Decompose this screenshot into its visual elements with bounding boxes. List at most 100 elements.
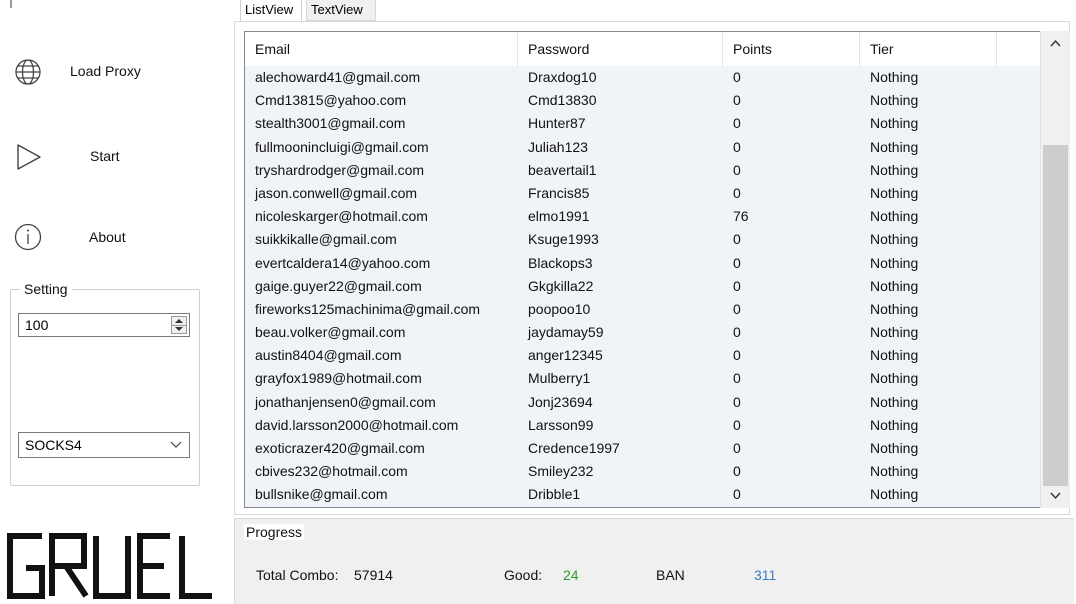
accounts-listview[interactable]: Email Password Points Tier alechoward41@… (244, 31, 1070, 508)
table-row[interactable]: exoticrazer420@gmail.com Credence1997 0 Not… (245, 437, 1041, 460)
tab-listview[interactable]: ListView (240, 0, 302, 21)
good-value: 24 (563, 567, 579, 583)
table-row[interactable]: nicoleskarger@hotmail.com elmo1991 76 Nothi… (245, 205, 1041, 228)
stepper-down-icon[interactable] (175, 327, 183, 331)
email-cell: exoticrazer420@gmail.com (255, 440, 425, 456)
points-cell: 0 (733, 115, 741, 132)
table-header: Email Password Points Tier (245, 32, 1041, 66)
vertical-scrollbar[interactable] (1040, 31, 1070, 508)
password-cell: Smiley232 (528, 463, 594, 480)
email-cell: suikkikalle@gmail.com (255, 231, 397, 248)
points-cell: 0 (733, 486, 741, 503)
ban-value: 311 (754, 567, 777, 583)
password-cell: beavertail1 (528, 161, 597, 178)
table-row[interactable]: fullmoonincluigi@gmail.com Juliah123 0 Noth… (245, 136, 1041, 159)
tier-cell: Nothing (870, 138, 919, 155)
scroll-down-icon[interactable] (1041, 482, 1070, 508)
points-cell: 76 (733, 208, 749, 225)
table-row[interactable]: david.larsson2000@hotmail.com Larsson99 0 N… (245, 414, 1041, 437)
tier-cell: Nothing (870, 440, 919, 456)
table-row[interactable]: jonathanjensen0@gmail.com Jonj23694 0 Nothi… (245, 391, 1041, 414)
about-label: About (89, 229, 126, 245)
table-row[interactable]: cbives232@hotmail.com Smiley232 0 Nothing (245, 460, 1041, 483)
email-cell: austin8404@gmail.com (255, 347, 402, 364)
password-cell: Juliah123 (528, 138, 588, 155)
column-header-tier[interactable]: Tier (860, 32, 997, 66)
points-cell: 0 (733, 324, 741, 341)
threads-stepper[interactable]: 100 (18, 313, 190, 337)
stepper-divider (172, 325, 186, 326)
tier-cell: Nothing (870, 486, 919, 503)
email-cell: stealth3001@gmail.com (255, 115, 406, 132)
top-divider (10, 0, 12, 8)
column-header-password[interactable]: Password (518, 32, 723, 66)
email-cell: fireworks125machinima@gmail.com (255, 300, 481, 317)
email-cell: nicoleskarger@hotmail.com (255, 208, 428, 225)
table-row[interactable]: tryshardrodger@gmail.com beavertail1 0 Noth… (245, 159, 1041, 182)
start-button[interactable]: Start (0, 129, 232, 185)
email-cell: tryshardrodger@gmail.com (255, 161, 425, 178)
proxy-type-value: SOCKS4 (25, 437, 82, 453)
points-cell: 0 (733, 69, 741, 85)
password-cell: jaydamay59 (528, 324, 604, 341)
scroll-up-icon[interactable] (1041, 31, 1070, 57)
password-cell: Blackops3 (528, 254, 593, 271)
load-proxy-label: Load Proxy (70, 63, 141, 79)
table-row[interactable]: austin8404@gmail.com anger12345 0 Nothing (245, 344, 1041, 367)
password-cell: anger12345 (528, 347, 603, 364)
table-row[interactable]: suikkikalle@gmail.com Ksuge1993 0 Nothing (245, 228, 1041, 251)
chevron-down-icon (170, 441, 182, 448)
tier-cell: Nothing (870, 254, 919, 271)
email-cell: david.larsson2000@hotmail.com (255, 416, 459, 433)
globe-icon (15, 59, 41, 85)
tab-textview[interactable]: TextView (306, 0, 376, 21)
column-header-email[interactable]: Email (245, 32, 518, 66)
about-button[interactable]: About (0, 209, 232, 265)
points-cell: 0 (733, 393, 741, 410)
password-cell: Credence1997 (528, 440, 620, 456)
load-proxy-button[interactable]: Load Proxy (0, 44, 232, 100)
email-cell: beau.volker@gmail.com (255, 324, 406, 341)
table-row[interactable]: stealth3001@gmail.com Hunter87 0 Nothing (245, 112, 1041, 135)
email-cell: evertcaldera14@yahoo.com (255, 254, 431, 271)
points-cell: 0 (733, 92, 741, 109)
points-cell: 0 (733, 347, 741, 364)
password-cell: poopoo10 (528, 300, 591, 317)
email-cell: cbives232@hotmail.com (255, 463, 408, 480)
scroll-thumb[interactable] (1043, 145, 1068, 486)
email-cell: Cmd13815@yahoo.com (255, 92, 407, 109)
table-row[interactable]: gaige.guyer22@gmail.com Gkgkilla22 0 Nothin… (245, 275, 1041, 298)
tier-cell: Nothing (870, 393, 919, 410)
points-cell: 0 (733, 184, 741, 201)
table-row[interactable]: evertcaldera14@yahoo.com Blackops3 0 Nothin… (245, 252, 1041, 275)
table-row[interactable]: Cmd13815@yahoo.com Cmd13830 0 Nothing (245, 89, 1041, 112)
sidebar: Load Proxy Start About Setting 100 SOCKS… (0, 0, 232, 604)
email-cell: jonathanjensen0@gmail.com (255, 393, 436, 410)
table-row[interactable]: alechoward41@gmail.com Draxdog10 0 Nothing (245, 66, 1041, 89)
table-row[interactable]: bullsnike@gmail.com Dribble1 0 Nothing (245, 483, 1041, 506)
password-cell: Jonj23694 (528, 393, 593, 410)
tier-cell: Nothing (870, 115, 919, 132)
stepper-up-icon[interactable] (175, 319, 183, 323)
points-cell: 0 (733, 440, 741, 456)
email-cell: fullmoonincluigi@gmail.com (255, 138, 429, 155)
tier-cell: Nothing (870, 92, 919, 109)
password-cell: Cmd13830 (528, 92, 597, 109)
column-header-points[interactable]: Points (723, 32, 860, 66)
stepper-buttons[interactable] (171, 316, 187, 334)
points-cell: 0 (733, 138, 741, 155)
ban-label: BAN (656, 567, 685, 583)
password-cell: Draxdog10 (528, 69, 597, 85)
table-row[interactable]: fireworks125machinima@gmail.com poopoo10 0… (245, 298, 1041, 321)
table-row[interactable]: jason.conwell@gmail.com Francis85 0 Nothing (245, 182, 1041, 205)
total-combo-value: 57914 (354, 567, 393, 583)
table-row[interactable]: beau.volker@gmail.com jaydamay59 0 Nothing (245, 321, 1041, 344)
table-row[interactable]: grayfox1989@hotmail.com Mulberry1 0 Nothing (245, 367, 1041, 390)
tier-cell: Nothing (870, 370, 919, 387)
points-cell: 0 (733, 161, 741, 178)
email-cell: alechoward41@gmail.com (255, 69, 421, 85)
proxy-type-select[interactable]: SOCKS4 (18, 432, 190, 458)
app-logo (7, 533, 212, 599)
tier-cell: Nothing (870, 300, 919, 317)
points-cell: 0 (733, 254, 741, 271)
